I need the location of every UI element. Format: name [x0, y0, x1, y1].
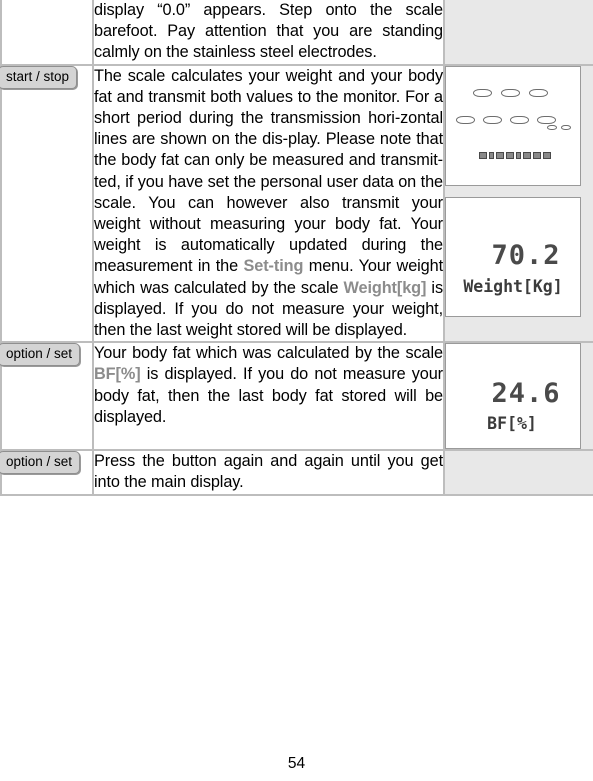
display-cell [443, 0, 593, 66]
instruction-text: The scale calculates your weight and you… [94, 66, 443, 342]
lcd-mid-dash-row [456, 115, 556, 124]
display-cell [443, 449, 593, 496]
start-stop-button[interactable]: start / stop [0, 65, 78, 89]
button-cell [0, 0, 94, 66]
instruction-cell: display “0.0” appears. Step onto the sca… [92, 0, 445, 66]
text-run: is displayed. If you do not measure your… [94, 365, 443, 426]
lcd-dash-segment-small [561, 124, 571, 130]
option-set-button-2[interactable]: option / set [0, 451, 81, 475]
transmission-dashes-screen [445, 65, 581, 186]
lcd-dash-segment [473, 88, 492, 97]
display-cell: 24.6 BF[%] [443, 341, 593, 452]
table-row: display “0.0” appears. Step onto the sca… [0, 0, 593, 66]
instruction-cell: The scale calculates your weight and you… [92, 63, 445, 344]
page-number: 54 [287, 755, 306, 772]
lcd-dash-segment-small [547, 124, 557, 130]
lcd-dot-block [543, 151, 551, 159]
lcd-dash-segment [501, 88, 520, 97]
instruction-cell: Your body fat which was calculated by th… [92, 341, 445, 452]
lcd-dash-segment [483, 115, 502, 124]
table-row: option / set Press the button again and … [0, 449, 593, 496]
table-row: option / set Your body fat which was cal… [0, 341, 593, 452]
button-cell: option / set [0, 449, 94, 496]
button-cell: option / set [0, 341, 94, 452]
body-fat-label: BF[%] [487, 414, 537, 434]
lcd-top-dash-row [473, 88, 548, 97]
lcd-dot-block [496, 151, 504, 159]
display-stack: 70.2 Weight[Kg] [445, 65, 593, 317]
lcd-dot-block [516, 151, 521, 159]
weight-kg-highlight: Weight[kg] [343, 278, 427, 297]
lcd-dot-block [489, 151, 494, 159]
body-fat-screen: 24.6 BF[%] [445, 343, 581, 450]
instruction-text: Press the button again and again until y… [94, 452, 443, 492]
lcd-dot-block [523, 151, 531, 159]
lcd-dash-segment [529, 88, 548, 97]
lcd-dot-matrix-row [479, 151, 551, 159]
lcd-dash-segment [456, 115, 475, 124]
table-row: start / stop The scale calculates your w… [0, 63, 593, 344]
lcd-mid-small-dash-row [547, 124, 571, 130]
weight-label: Weight[Kg] [463, 276, 563, 296]
button-cell: start / stop [0, 63, 94, 344]
lcd-dot-block [479, 151, 487, 159]
text-run: Your body fat which was calculated by th… [94, 344, 443, 363]
bf-percent-highlight: BF[%] [94, 365, 141, 384]
setting-highlight: Set-ting [243, 257, 304, 276]
body-fat-value: 24.6 [491, 378, 561, 410]
instruction-table: display “0.0” appears. Step onto the sca… [0, 0, 593, 496]
instruction-cell: Press the button again and again until y… [92, 449, 445, 496]
lcd-dot-block [533, 151, 541, 159]
weight-value: 70.2 [491, 239, 561, 271]
lcd-dash-segment [537, 115, 556, 124]
manual-page: display “0.0” appears. Step onto the sca… [0, 0, 593, 781]
instruction-text: Your body fat which was calculated by th… [94, 343, 443, 428]
lcd-dot-block [506, 151, 514, 159]
instruction-text: display “0.0” appears. Step onto the sca… [94, 1, 443, 62]
option-set-button[interactable]: option / set [0, 343, 81, 367]
text-run: The scale calculates your weight and you… [94, 66, 443, 276]
display-cell: 70.2 Weight[Kg] [443, 63, 593, 344]
weight-screen: 70.2 Weight[Kg] [445, 196, 581, 317]
lcd-dash-segment [510, 115, 529, 124]
